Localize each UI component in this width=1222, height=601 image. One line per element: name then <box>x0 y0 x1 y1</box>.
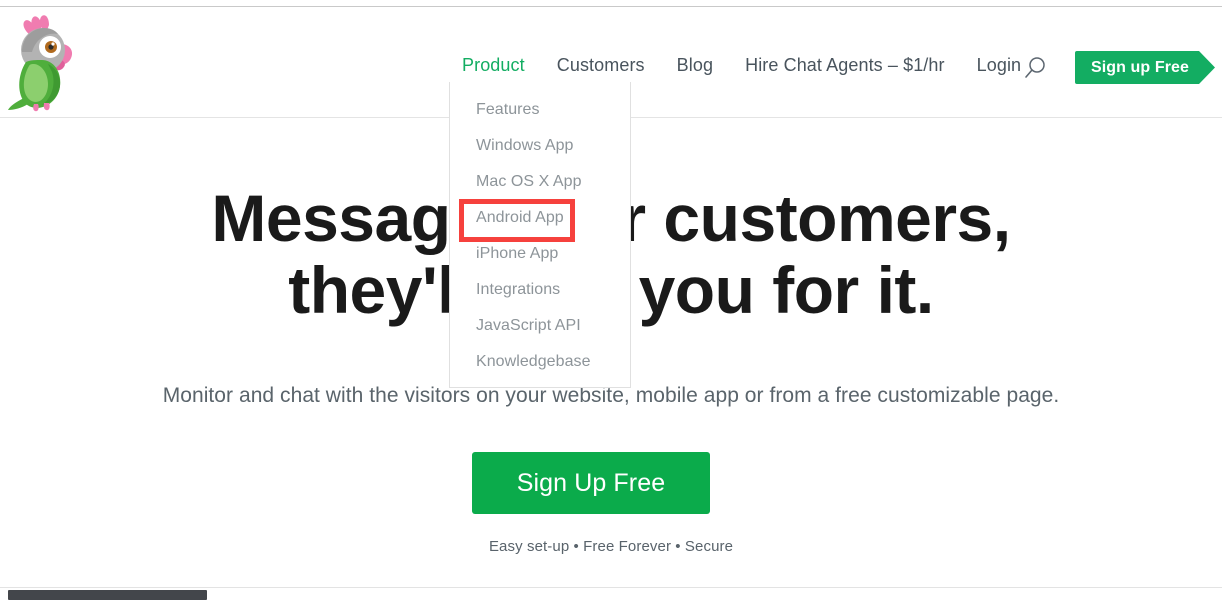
hero-signup-button[interactable]: Sign Up Free <box>472 452 710 514</box>
dropdown-item-windows-app[interactable]: Windows App <box>476 136 574 156</box>
nav-item-login[interactable]: Login <box>977 53 1022 77</box>
scrollbar-thumb[interactable] <box>8 590 207 600</box>
nav-item-blog[interactable]: Blog <box>677 53 713 77</box>
parrot-logo-icon[interactable] <box>6 12 82 112</box>
hero-benefits-note: Easy set-up • Free Forever • Secure <box>488 538 734 555</box>
search-icon[interactable] <box>1022 55 1048 81</box>
horizontal-scrollbar[interactable] <box>0 587 1222 601</box>
nav-item-hire-chat-agents[interactable]: Hire Chat Agents – $1/hr <box>745 53 945 77</box>
dropdown-item-android-app[interactable]: Android App <box>476 208 564 228</box>
nav-item-customers[interactable]: Customers <box>557 53 645 77</box>
header-signup-button[interactable]: Sign up Free <box>1075 51 1215 84</box>
dropdown-item-mac-os-x-app[interactable]: Mac OS X App <box>476 172 582 192</box>
page-root: Product Customers Blog Hire Chat Agents … <box>0 0 1222 601</box>
dropdown-item-iphone-app[interactable]: iPhone App <box>476 244 558 264</box>
header-signup-label: Sign up Free <box>1090 58 1190 76</box>
product-dropdown-menu: Features Windows App Mac OS X App Androi… <box>449 82 631 388</box>
dropdown-item-features[interactable]: Features <box>476 100 540 120</box>
dropdown-item-knowledgebase[interactable]: Knowledgebase <box>476 352 591 372</box>
nav-item-product[interactable]: Product <box>462 53 525 77</box>
dropdown-item-integrations[interactable]: Integrations <box>476 280 560 300</box>
dropdown-item-javascript-api[interactable]: JavaScript API <box>476 316 581 336</box>
